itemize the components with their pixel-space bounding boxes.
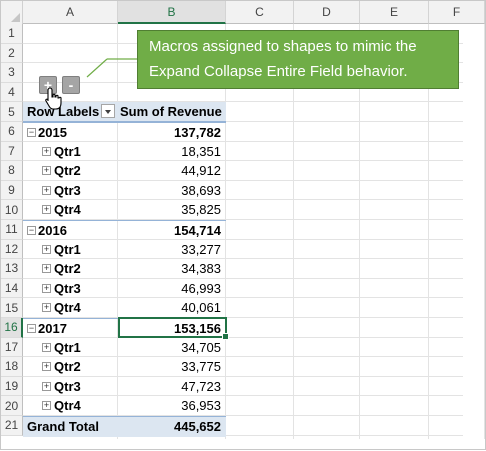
hand-pointer-icon	[45, 87, 62, 110]
callout-line-2: Expand Collapse Entire Field behavior.	[149, 63, 408, 80]
spreadsheet-window: ABCDEF 1 2 3 4 5 6 7 8 9 10 11 12 13 14 15 16 17 18 19 20 21…	[0, 0, 486, 450]
callout-line-1: Macros assigned to shapes to mimic the	[149, 38, 417, 55]
callout-box: Macros assigned to shapes to mimic the E…	[137, 30, 459, 89]
